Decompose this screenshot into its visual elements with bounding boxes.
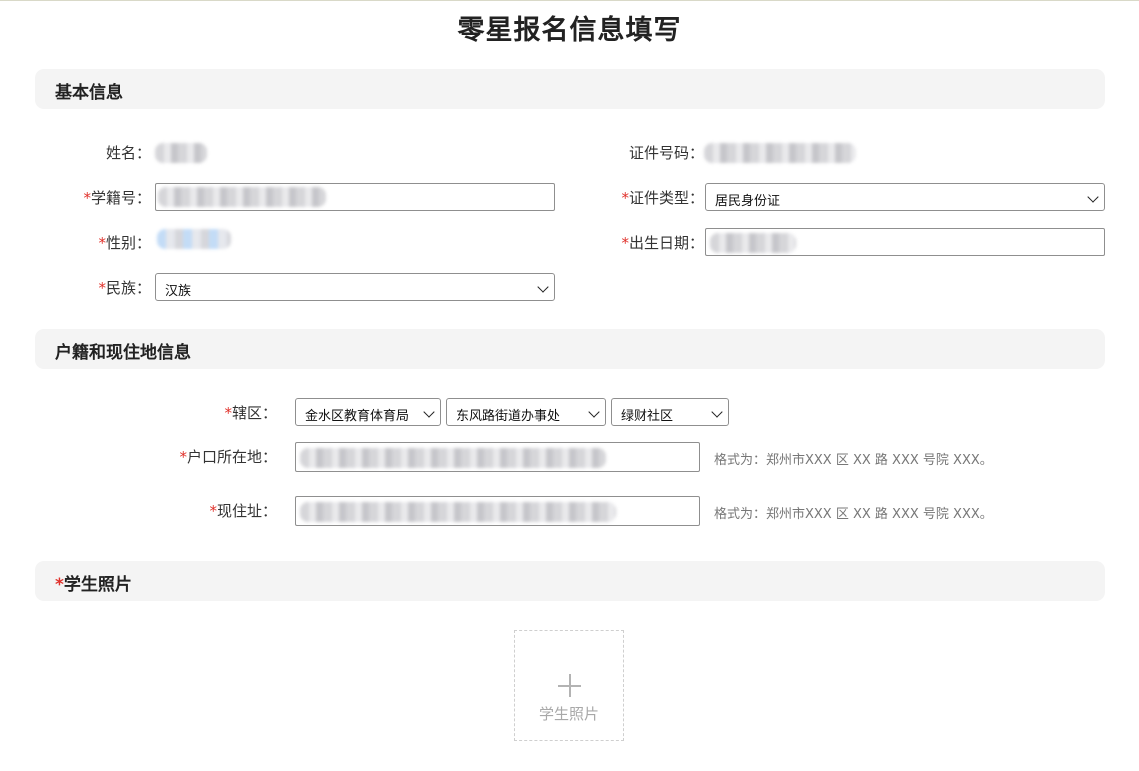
id-number-value-redacted bbox=[704, 143, 856, 163]
photo-upload-label: 学生照片 bbox=[538, 705, 599, 723]
section-title-residence: 户籍和现住地信息 bbox=[55, 343, 191, 363]
current-address-label: *现住址： bbox=[209, 502, 277, 520]
gender-value-redacted bbox=[157, 229, 231, 249]
chevron-down-icon bbox=[537, 281, 549, 293]
chevron-down-icon bbox=[711, 406, 723, 418]
district-community-value: 绿财社区 bbox=[621, 409, 674, 424]
birth-date-input[interactable] bbox=[705, 228, 1105, 256]
district-select-subdistrict[interactable]: 东风路街道办事处 bbox=[446, 398, 606, 426]
section-student-photo: *学生照片 bbox=[35, 561, 1105, 601]
student-no-input[interactable] bbox=[155, 183, 555, 211]
chevron-down-icon bbox=[423, 406, 435, 418]
chevron-down-icon bbox=[588, 406, 600, 418]
hukou-address-input[interactable] bbox=[295, 442, 700, 472]
current-address-value-redacted bbox=[300, 502, 616, 522]
district-subdistrict-value: 东风路街道办事处 bbox=[456, 409, 561, 424]
hukou-label: *户口所在地： bbox=[179, 448, 277, 466]
hukou-format-hint: 格式为：郑州市XXX 区 XX 路 XXX 号院 XXX。 bbox=[714, 453, 993, 468]
district-bureau-value: 金水区教育体育局 bbox=[305, 409, 410, 424]
chevron-down-icon bbox=[1087, 191, 1099, 203]
section-title-photo: *学生照片 bbox=[55, 575, 132, 595]
current-address-format-hint: 格式为：郑州市XXX 区 XX 路 XXX 号院 XXX。 bbox=[714, 507, 993, 522]
district-select-bureau[interactable]: 金水区教育体育局 bbox=[295, 398, 441, 426]
section-basic-info: 基本信息 bbox=[35, 69, 1105, 109]
top-rule bbox=[0, 0, 1139, 1]
birth-date-value-redacted bbox=[710, 233, 796, 253]
hukou-address-value-redacted bbox=[300, 448, 606, 468]
section-title-basic: 基本信息 bbox=[55, 83, 123, 103]
district-select-community[interactable]: 绿财社区 bbox=[611, 398, 729, 426]
gender-label: *性别： bbox=[98, 234, 151, 252]
ethnicity-label: *民族： bbox=[98, 279, 151, 297]
id-type-select[interactable]: 居民身份证 bbox=[705, 183, 1105, 211]
student-no-label: *学籍号： bbox=[83, 189, 151, 207]
birth-date-label: *出生日期： bbox=[621, 234, 704, 252]
student-no-value-redacted bbox=[158, 187, 326, 207]
name-label: 姓名： bbox=[105, 144, 151, 162]
ethnicity-selected-value: 汉族 bbox=[165, 284, 192, 299]
id-number-label: 证件号码： bbox=[628, 144, 704, 162]
section-residence-info: 户籍和现住地信息 bbox=[35, 329, 1105, 369]
id-type-selected-value: 居民身份证 bbox=[715, 194, 781, 209]
district-label: *辖区： bbox=[224, 404, 277, 422]
name-value-redacted bbox=[155, 143, 207, 163]
page-title: 零星报名信息填写 bbox=[457, 15, 682, 46]
photo-upload-button[interactable]: 学生照片 bbox=[514, 630, 624, 741]
current-address-input[interactable] bbox=[295, 496, 700, 526]
ethnicity-select[interactable]: 汉族 bbox=[155, 273, 555, 301]
id-type-label: *证件类型： bbox=[621, 189, 704, 207]
